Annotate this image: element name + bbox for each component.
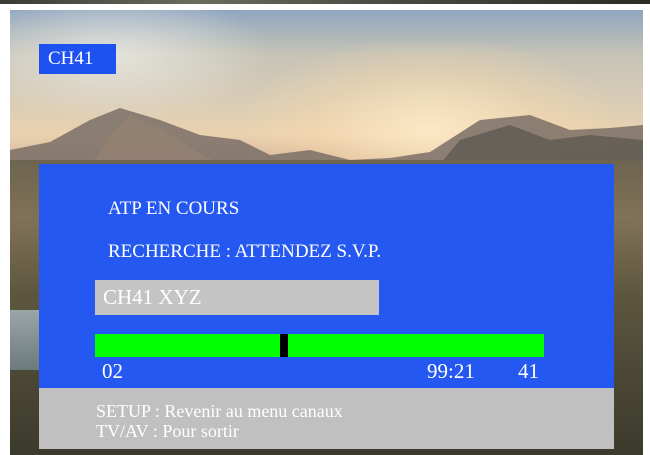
channel-name-box: CH41 XYZ (95, 280, 379, 315)
progress-time-label: 99:21 (427, 359, 475, 383)
background-strip (0, 0, 650, 4)
status-text: ATP EN COURS (108, 198, 240, 219)
channel-badge: CH41 (39, 44, 116, 74)
setup-hint: SETUP : Revenir au menu canaux (96, 401, 343, 421)
progress-start-label: 02 (102, 359, 123, 383)
search-status-text: RECHERCHE : ATTENDEZ S.V.P. (108, 241, 382, 262)
progress-marker (280, 334, 288, 357)
tvav-hint: TV/AV : Pour sortir (96, 421, 239, 441)
auto-tuning-panel: ATP EN COURS RECHERCHE : ATTENDEZ S.V.P.… (39, 164, 614, 388)
search-progress-bar (95, 334, 544, 357)
progress-end-label: 41 (518, 359, 539, 383)
help-footer: SETUP : Revenir au menu canaux TV/AV : P… (39, 388, 614, 449)
